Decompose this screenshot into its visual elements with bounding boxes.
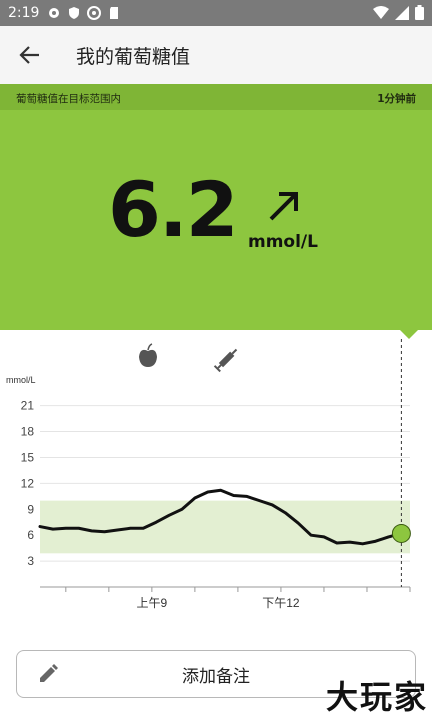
battery-icon: [415, 5, 424, 20]
glucose-chart[interactable]: mmol/L 3 6 9 12 15 18 21 上午9 下午12: [0, 339, 432, 619]
reading-age: 1分钟前: [377, 93, 416, 105]
y-axis-label: mmol/L: [6, 375, 36, 385]
back-arrow-icon: [19, 46, 39, 64]
app-bar: 我的葡萄糖值: [0, 26, 432, 84]
event-markers: [139, 343, 239, 373]
x-tick-label: 下午12: [262, 596, 300, 610]
range-status-text: 葡萄糖值在目标范围内: [16, 93, 121, 105]
status-time: 2:19: [8, 5, 40, 21]
page-title: 我的葡萄糖值: [76, 45, 191, 68]
glucose-unit: mmol/L: [248, 232, 318, 252]
vpn-icon: [87, 6, 102, 20]
y-tick-label: 12: [21, 476, 35, 490]
signal-icon: [395, 5, 409, 20]
x-tick-label: 上午9: [137, 596, 168, 610]
sd-card-icon: [110, 7, 119, 19]
watermark-logo: 大玩家: [325, 678, 428, 716]
y-tick-label: 15: [21, 450, 35, 464]
y-tick-label: 6: [27, 528, 34, 542]
y-tick-label: 18: [21, 425, 35, 439]
current-reading-dot[interactable]: [391, 523, 411, 543]
status-bar: 2:19: [0, 0, 432, 26]
y-tick-label: 3: [27, 554, 34, 568]
shield-icon: [69, 7, 80, 19]
status-banner: 葡萄糖值在目标范围内 1分钟前: [0, 84, 432, 110]
settings-icon: [49, 8, 60, 18]
current-pointer: [400, 330, 418, 339]
status-right-icons: [373, 5, 424, 20]
wifi-icon: [373, 5, 389, 19]
y-tick-label: 9: [27, 502, 34, 516]
back-button[interactable]: [2, 27, 58, 83]
y-tick-label: 21: [21, 399, 35, 413]
glucose-value: 6.2: [108, 165, 239, 254]
apple-icon[interactable]: [139, 343, 157, 367]
target-range-band: [40, 500, 410, 554]
syringe-icon[interactable]: [213, 347, 239, 373]
glucose-reading-panel: 葡萄糖值在目标范围内 1分钟前 6.2 mmol/L: [0, 84, 432, 330]
trend-arrow-icon: [269, 192, 298, 221]
